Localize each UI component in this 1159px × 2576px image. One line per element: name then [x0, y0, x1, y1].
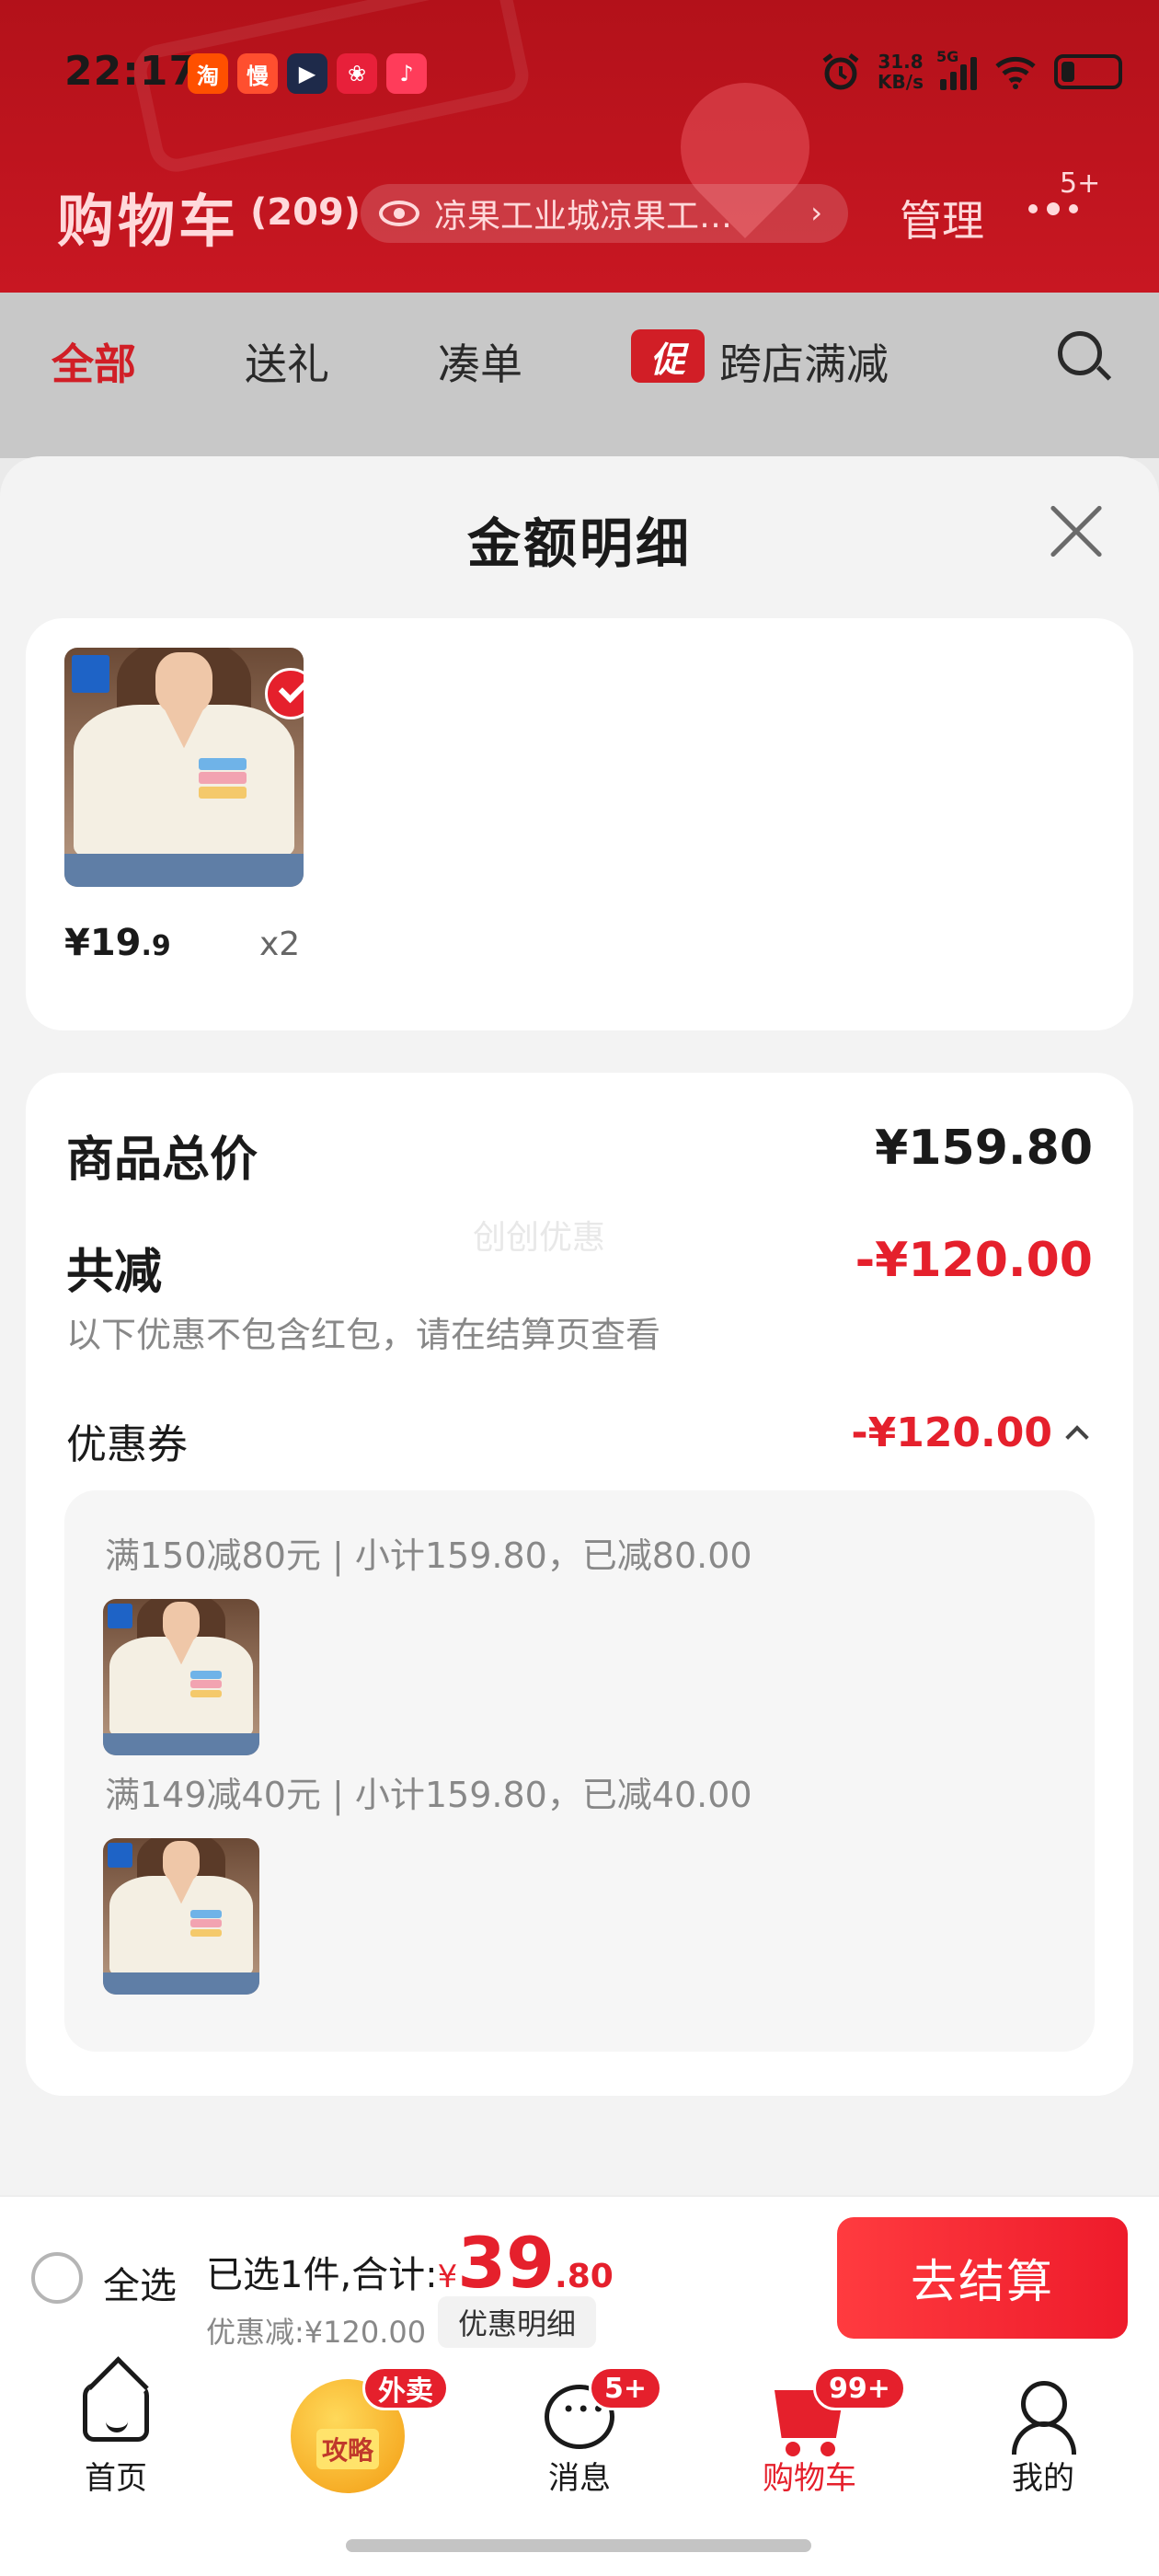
tab-cart-label: 购物车	[763, 2460, 856, 2497]
item-price-int: ¥19	[64, 922, 142, 964]
search-icon[interactable]	[1058, 331, 1102, 375]
chevron-up-icon	[1065, 1424, 1089, 1449]
item-price-dec: .9	[141, 930, 171, 962]
cart-count: (209)	[250, 191, 361, 234]
tab-combine[interactable]: 凑单	[438, 331, 522, 392]
tab-home[interactable]: 首页	[24, 2357, 208, 2504]
tab-home-label: 首页	[85, 2460, 147, 2497]
reduce-value: -¥120.00	[855, 1233, 1093, 1288]
watermark: 创创优惠	[473, 1219, 606, 1257]
amount-detail-sheet: 金额明细 ¥19.9 x2 商品总价 ¥159.80 创创优惠 共减 -¥120…	[0, 456, 1159, 2195]
summary-currency: ¥	[437, 2259, 458, 2295]
reduce-note: 以下优惠不包含红包，请在结算页查看	[66, 1315, 661, 1355]
tab-cross-store[interactable]: 跨店满减	[719, 331, 889, 392]
status-time: 22:17	[64, 48, 199, 95]
cart-header: 22:17 淘 慢 ▶ ❀ ♪ 31.8 KB/s 5G 购物车 (209) 凉…	[0, 0, 1159, 293]
signal-icon: 5G	[936, 48, 977, 90]
coupon-rule: 满150减80元 | 小计159.80，已减80.00	[105, 1535, 752, 1576]
reduce-label: 共减	[66, 1245, 163, 1300]
promo-tag: 促	[631, 329, 705, 383]
coupon-rule: 满149减40元 | 小计159.80，已减40.00	[105, 1775, 752, 1815]
total-price-value: ¥159.80	[875, 1121, 1093, 1176]
coupon-toggle[interactable]: -¥120.00	[851, 1409, 1089, 1456]
more-icon[interactable]	[1028, 202, 1078, 215]
status-right: 31.8 KB/s 5G	[820, 48, 1122, 92]
select-all-label[interactable]: 全选	[103, 2256, 177, 2309]
total-price-label: 商品总价	[66, 1133, 258, 1188]
user-icon	[1012, 2381, 1076, 2455]
tab-messages-label: 消息	[548, 2460, 611, 2497]
select-all-radio[interactable]	[31, 2252, 83, 2304]
video-app-icon: ▶	[287, 53, 327, 94]
checked-icon	[265, 668, 304, 719]
alarm-icon	[822, 53, 859, 90]
summary-prefix: 已选1件,合计:	[206, 2254, 438, 2296]
chevron-right-icon: ›	[810, 195, 822, 230]
tab-gift[interactable]: 送礼	[245, 331, 329, 392]
summary-total-dec: .80	[555, 2258, 614, 2295]
net-speed-unit: KB/s	[878, 71, 924, 93]
tab-all[interactable]: 全部	[52, 331, 136, 392]
cart-wheel	[820, 2442, 835, 2456]
home-indicator[interactable]	[346, 2539, 811, 2552]
network-type: 5G	[936, 48, 959, 65]
checkout-button[interactable]: 去结算	[837, 2217, 1128, 2339]
messages-badge: 5+	[589, 2366, 663, 2410]
coupon-label: 优惠券	[66, 1421, 188, 1468]
cart-badge: 99+	[813, 2366, 906, 2410]
battery-icon	[1054, 54, 1122, 89]
manage-button[interactable]: 管理	[900, 188, 984, 248]
tab-me-label: 我的	[1012, 2460, 1074, 2497]
notification-app-icons: 淘 慢 ▶ ❀ ♪	[188, 53, 427, 94]
summary-total-int: 39	[457, 2222, 556, 2304]
coupon-value: -¥120.00	[851, 1409, 1052, 1456]
sheet-title: 金额明细	[466, 512, 692, 575]
home-icon	[83, 2383, 149, 2442]
more-badge: 5+	[1060, 167, 1101, 200]
filter-tabs: 全部 送礼 凑单 促 跨店满减	[0, 293, 1159, 458]
price-breakdown-card: 商品总价 ¥159.80 创创优惠 共减 -¥120.00 以下优惠不包含红包，…	[26, 1073, 1133, 2096]
selected-items-card: ¥19.9 x2	[26, 618, 1133, 1030]
status-bar: 22:17 淘 慢 ▶ ❀ ♪ 31.8 KB/s 5G	[0, 0, 1159, 156]
close-icon[interactable]	[1047, 502, 1106, 561]
cart-wheel	[786, 2442, 800, 2456]
app-man-icon: 慢	[237, 53, 278, 94]
product-thumbnail[interactable]	[64, 648, 304, 887]
item-quantity: x2	[259, 926, 301, 963]
coupon-product-thumbnail[interactable]	[103, 1838, 259, 1995]
selected-summary: 已选1件,合计: ¥ 39 .80	[206, 2222, 614, 2304]
coupon-details: 满150减80元 | 小计159.80，已减80.00 满149减40元 | 小…	[64, 1490, 1095, 2052]
address-selector[interactable]: 凉果工业城凉果工… ›	[361, 184, 848, 243]
wifi-icon	[995, 56, 1036, 89]
page-title: 购物车	[57, 188, 240, 255]
strategy-icon-text: 攻略	[316, 2429, 379, 2469]
douyin-icon: ♪	[386, 53, 427, 94]
address-text: 凉果工业城凉果工…	[434, 198, 733, 236]
takeout-badge: 外卖	[362, 2366, 449, 2410]
coupon-product-thumbnail[interactable]	[103, 1599, 259, 1755]
discount-summary: 优惠减:¥120.00	[206, 2315, 427, 2350]
net-speed-value: 31.8	[878, 51, 924, 73]
discount-detail-button[interactable]: 优惠明细	[438, 2296, 597, 2348]
net-speed: 31.8 KB/s	[878, 52, 924, 92]
checkout-bar: 全选 已选1件,合计: ¥ 39 .80 优惠减:¥120.00 优惠明细 去结…	[0, 2195, 1159, 2357]
gift-app-icon: ❀	[337, 53, 377, 94]
taobao-icon: 淘	[188, 53, 228, 94]
item-price: ¥19.9	[64, 922, 171, 964]
eye-icon	[379, 201, 419, 226]
